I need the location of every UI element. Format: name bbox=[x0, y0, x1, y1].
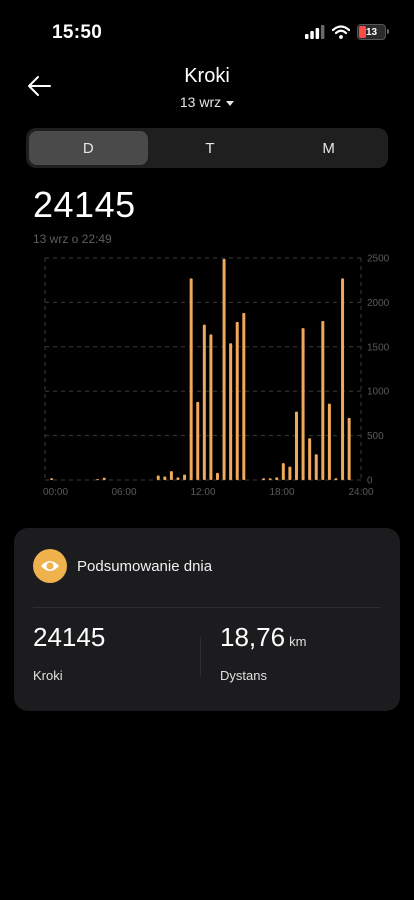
steps-chart: 0 500 1000 1500 2000 2500 00:00 06:00 12:00 18:00… bbox=[43, 254, 390, 499]
chart-bar[interactable] bbox=[334, 478, 338, 480]
chart-bar[interactable] bbox=[235, 321, 239, 480]
y-tick-label: 2500 bbox=[367, 254, 390, 265]
header: Kroki 13 wrz bbox=[0, 60, 414, 116]
chart-bar[interactable] bbox=[189, 278, 193, 480]
chart-bar[interactable] bbox=[209, 334, 213, 480]
chart-bar[interactable] bbox=[163, 476, 167, 480]
battery-level bbox=[359, 26, 366, 38]
day-summary-card: Podsumowanie dnia 24145 Kroki 18,76 km Dy… bbox=[14, 528, 400, 711]
battery-percent: 13 bbox=[365, 26, 378, 38]
wifi-icon bbox=[332, 25, 350, 39]
distance-unit: km bbox=[289, 634, 307, 649]
chart-bar[interactable] bbox=[327, 403, 331, 480]
chart-bar[interactable] bbox=[229, 343, 233, 480]
x-tick-label: 06:00 bbox=[111, 487, 136, 498]
date-label: 13 wrz bbox=[179, 94, 222, 110]
date-selector[interactable]: 13 wrz bbox=[0, 94, 414, 110]
chart-bar[interactable] bbox=[281, 463, 285, 480]
distance-number: 18,76 bbox=[220, 622, 286, 652]
page-title: Kroki bbox=[184, 65, 230, 87]
tab-week[interactable]: T bbox=[151, 128, 270, 168]
chart-bar[interactable] bbox=[268, 478, 272, 480]
chart-bar[interactable] bbox=[341, 278, 345, 480]
x-tick-label: 00:00 bbox=[43, 487, 68, 498]
chart-bar[interactable] bbox=[202, 324, 206, 480]
chart-bar[interactable] bbox=[50, 478, 54, 480]
x-tick-label: 24:00 bbox=[348, 487, 373, 498]
chart-bar[interactable] bbox=[288, 466, 292, 480]
chart-bar[interactable] bbox=[215, 472, 219, 480]
chart-bar[interactable] bbox=[102, 477, 106, 480]
x-tick-label: 12:00 bbox=[190, 487, 215, 498]
status-icons: 13 bbox=[305, 24, 389, 40]
stats-separator bbox=[200, 637, 201, 677]
total-steps: 24145 bbox=[33, 184, 136, 225]
chart-bar[interactable] bbox=[314, 454, 318, 480]
signal-icon bbox=[305, 25, 325, 39]
tab-month[interactable]: M bbox=[269, 128, 388, 168]
period-tabs: D T M bbox=[26, 128, 388, 168]
chart-bar[interactable] bbox=[262, 478, 266, 480]
chart-bar[interactable] bbox=[222, 258, 226, 480]
y-tick-label: 1500 bbox=[367, 342, 390, 353]
status-time: 15:50 bbox=[52, 22, 103, 43]
chart-bar[interactable] bbox=[347, 417, 351, 480]
tab-day[interactable]: D bbox=[29, 131, 148, 165]
chart-bar[interactable] bbox=[294, 411, 298, 480]
steps-value: 24145 bbox=[33, 622, 106, 652]
x-tick-label: 18:00 bbox=[269, 487, 294, 498]
day-summary-title: Podsumowanie dnia bbox=[77, 558, 213, 575]
card-divider bbox=[33, 607, 381, 608]
chart-bar[interactable] bbox=[301, 328, 305, 480]
chart-bar[interactable] bbox=[96, 479, 100, 481]
chart-bar[interactable] bbox=[275, 477, 279, 480]
chart-bar[interactable] bbox=[183, 474, 187, 480]
chart-bar[interactable] bbox=[156, 475, 160, 480]
chart-bar[interactable] bbox=[196, 401, 200, 480]
battery-icon: 13 bbox=[357, 24, 389, 40]
caret-down-icon bbox=[226, 100, 235, 106]
status-bar: 15:50 13 bbox=[0, 0, 414, 66]
chart-bar[interactable] bbox=[321, 321, 325, 480]
chart-bar[interactable] bbox=[308, 438, 312, 480]
eye-icon bbox=[33, 549, 67, 583]
last-updated: 13 wrz o 22:49 bbox=[33, 232, 112, 246]
chart-bar[interactable] bbox=[242, 313, 246, 480]
distance-value: 18,76 km bbox=[220, 622, 306, 653]
y-tick-label: 1000 bbox=[367, 387, 390, 398]
y-tick-label: 500 bbox=[367, 431, 384, 442]
chart-bar[interactable] bbox=[169, 471, 173, 480]
y-tick-label: 0 bbox=[367, 476, 373, 487]
steps-label: Kroki bbox=[33, 668, 63, 683]
chart-bar[interactable] bbox=[176, 477, 180, 480]
distance-label: Dystans bbox=[220, 668, 267, 683]
y-tick-label: 2000 bbox=[367, 298, 390, 309]
